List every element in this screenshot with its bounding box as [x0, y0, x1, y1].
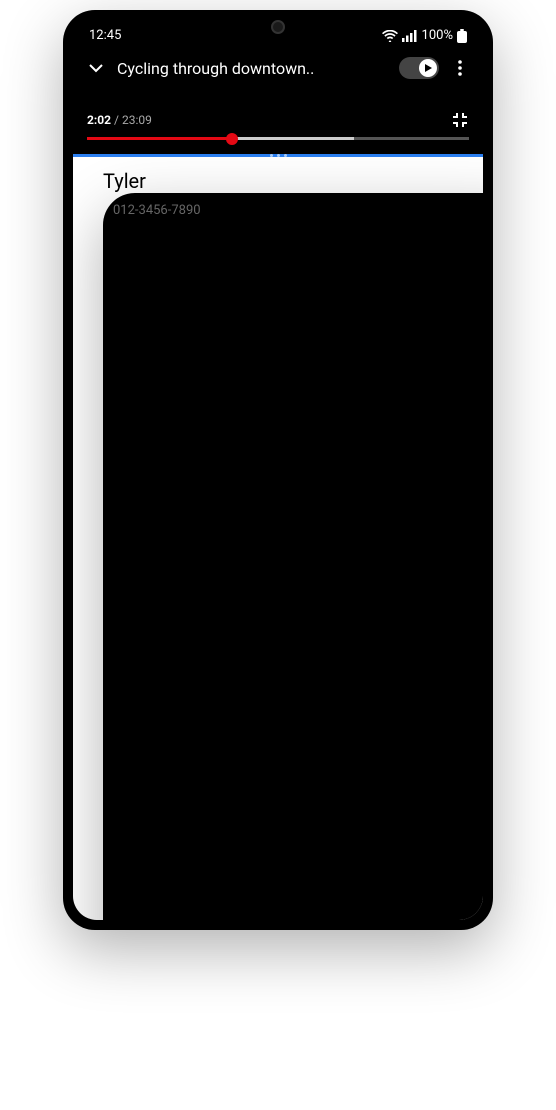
contact-name: Tyler [103, 169, 483, 193]
contact-info[interactable]: Tyler 012-3456-7890 [103, 169, 483, 920]
contact-phone: 012-3456-7890 [103, 193, 483, 920]
video-header: Cycling through downtown.. [73, 47, 483, 89]
wifi-icon [382, 30, 398, 42]
status-time: 12:45 [89, 28, 121, 43]
conversation-header: Tyler 012-3456-7890 [73, 157, 483, 920]
more-icon[interactable] [451, 59, 469, 77]
play-icon [423, 63, 433, 73]
fullscreen-exit-icon[interactable] [451, 111, 469, 129]
pip-toggle[interactable] [399, 57, 439, 79]
messages-pane: Tyler 012-3456-7890 It's finally the wee… [73, 157, 483, 920]
screen: 12:45 100% Cycling through downtown.. [73, 20, 483, 920]
video-player-pane: 12:45 100% Cycling through downtown.. [73, 20, 483, 154]
battery-icon [457, 29, 467, 43]
progress-fill [87, 137, 232, 140]
progress-info: 2:02 / 23:09 [73, 105, 483, 131]
seek-bar[interactable] [87, 137, 469, 140]
front-camera [271, 20, 285, 34]
collapse-icon[interactable] [87, 59, 105, 77]
video-title: Cycling through downtown.. [117, 59, 387, 78]
current-time: 2:02 [87, 113, 111, 127]
signal-icon [402, 30, 418, 42]
playback-time: 2:02 / 23:09 [87, 113, 152, 127]
battery-text: 100% [422, 28, 453, 43]
seek-thumb[interactable] [226, 133, 238, 145]
phone-frame: 12:45 100% Cycling through downtown.. [63, 10, 493, 930]
duration-time: 23:09 [122, 113, 152, 127]
status-right: 100% [382, 28, 467, 43]
